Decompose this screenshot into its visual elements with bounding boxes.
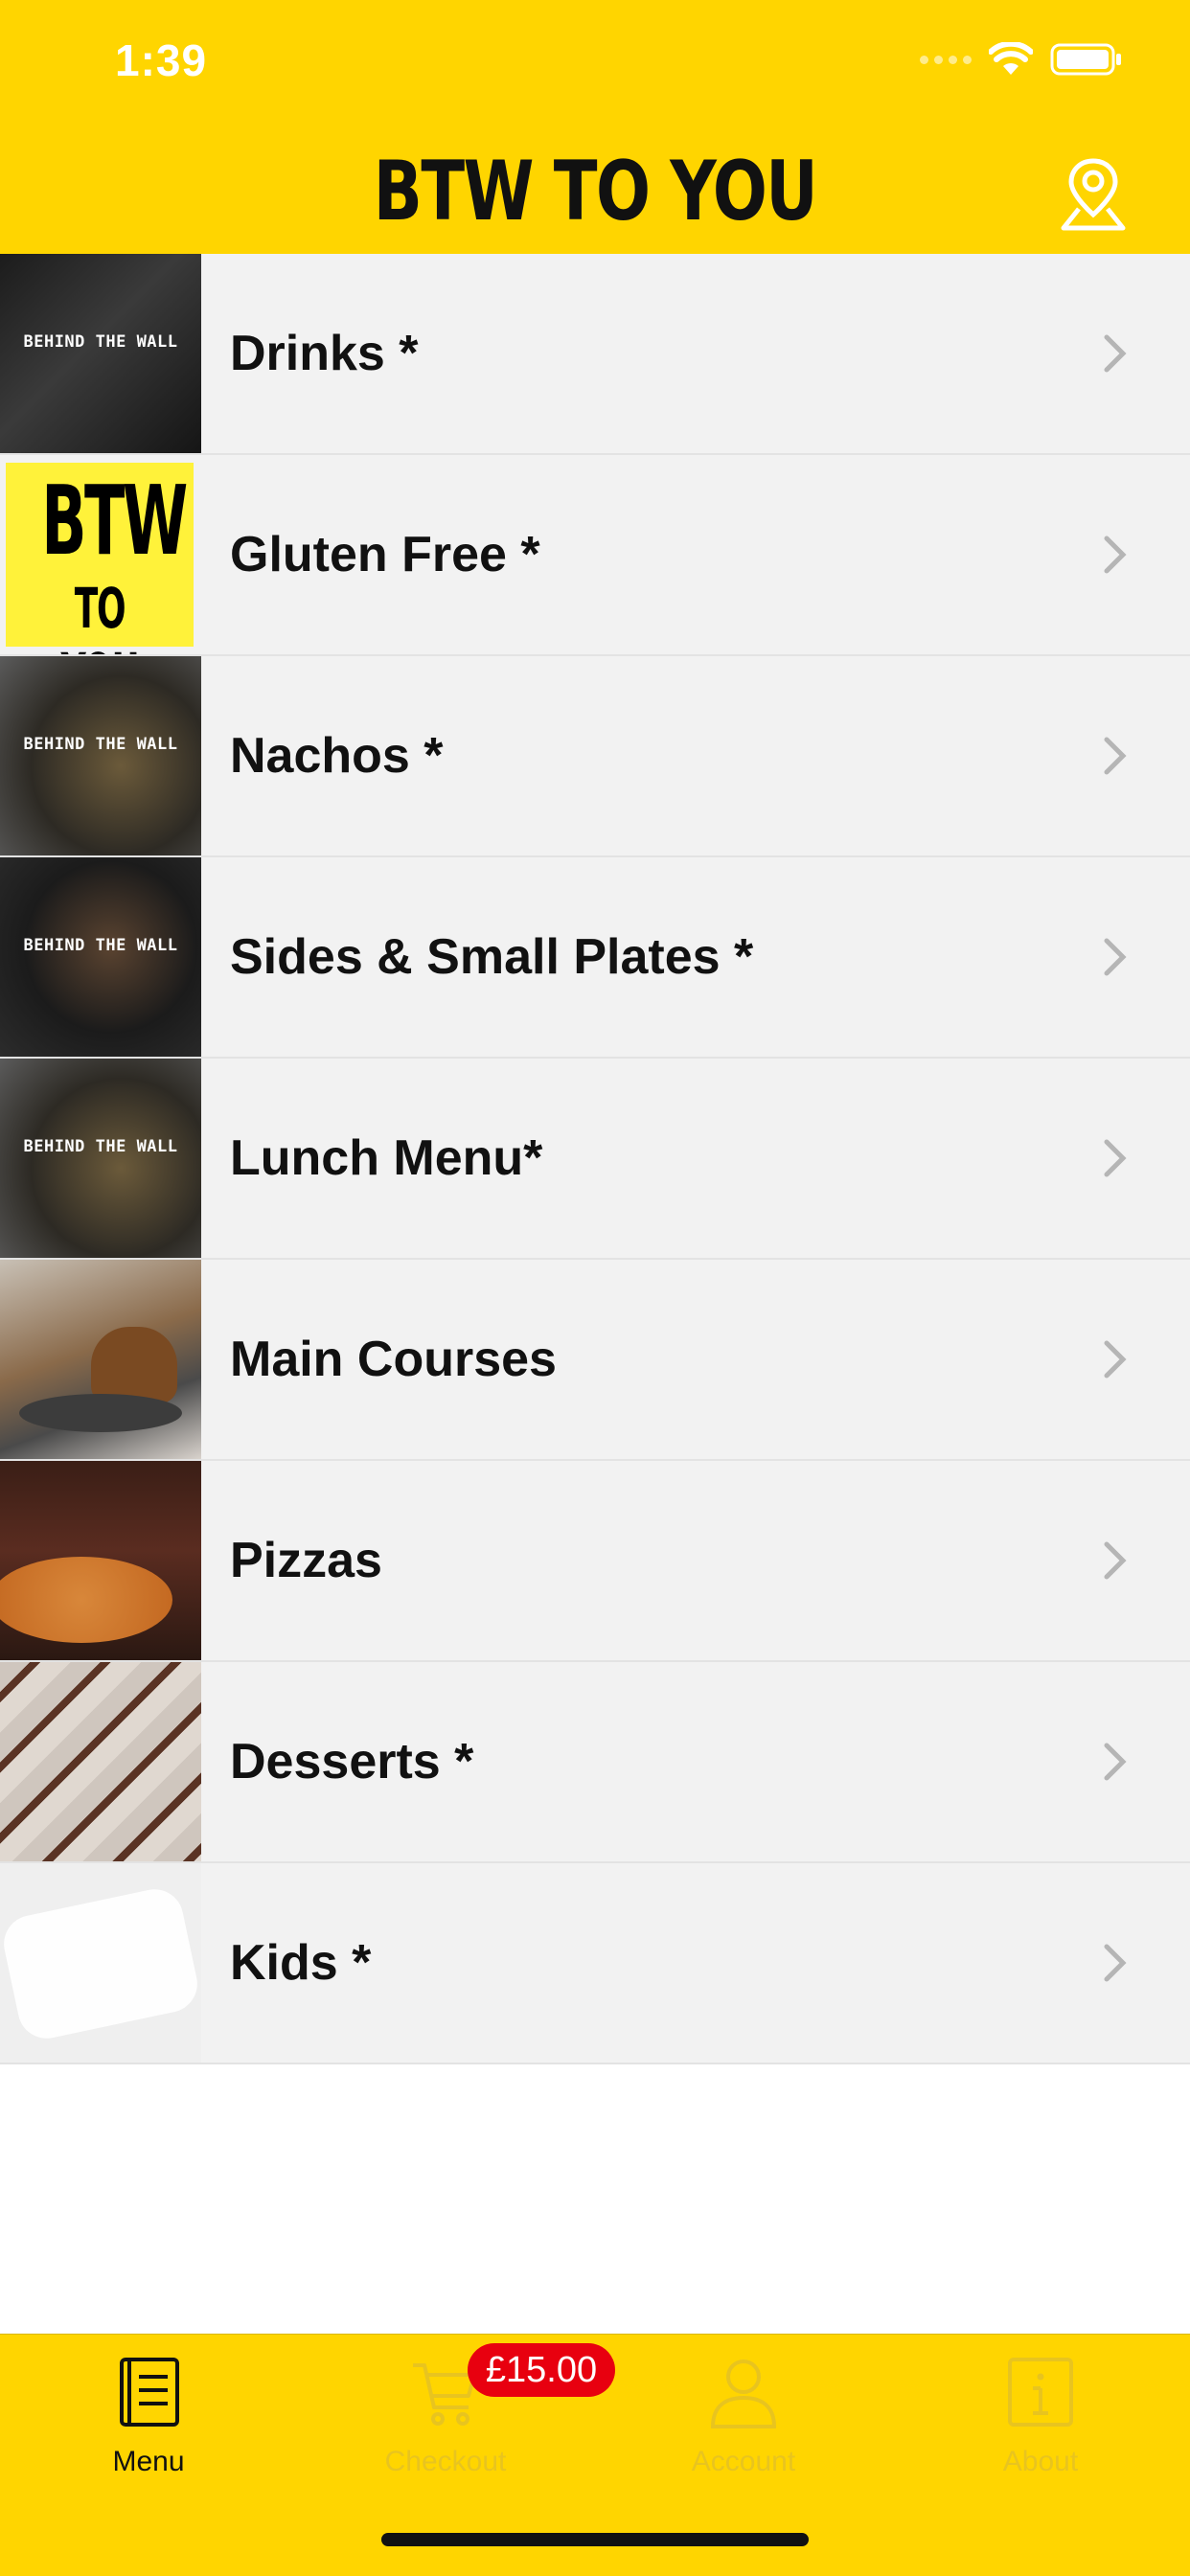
menu-item-main-courses[interactable]: Main Courses <box>0 1260 1190 1461</box>
pizza-shape <box>0 1557 172 1643</box>
menu-item-label: Nachos * <box>230 728 444 784</box>
app-title: BTW TO YOU <box>373 144 818 239</box>
menu-item-label: Desserts * <box>230 1734 474 1790</box>
category-thumbnail: BEHIND THE WALL <box>0 656 201 855</box>
tab-label: Menu <box>112 2446 185 2477</box>
chevron-right-icon <box>1104 737 1127 775</box>
category-thumbnail: BEHIND THE WALL <box>0 1059 201 1258</box>
signal-icon <box>920 55 972 64</box>
menu-item-label: Lunch Menu* <box>230 1130 543 1186</box>
tab-label: Checkout <box>384 2446 507 2477</box>
nav-bar: BTW TO YOU <box>0 134 1190 254</box>
category-thumbnail: BEHIND THE WALL <box>0 254 201 453</box>
menu-item-label: Sides & Small Plates * <box>230 929 754 985</box>
menu-item-sides-small-plates[interactable]: BEHIND THE WALL Sides & Small Plates * <box>0 857 1190 1059</box>
category-thumbnail <box>0 1863 201 2063</box>
chevron-right-icon <box>1104 1944 1127 1982</box>
menu-item-lunch-menu[interactable]: BEHIND THE WALL Lunch Menu* <box>0 1059 1190 1260</box>
menu-item-label: Drinks * <box>230 326 419 381</box>
menu-item-label: Gluten Free * <box>230 527 540 582</box>
plate-shape <box>19 1394 182 1432</box>
kids-logo-watermark <box>0 1883 201 2044</box>
menu-item-label: Pizzas <box>230 1533 382 1588</box>
map-pin-icon[interactable] <box>1058 155 1129 232</box>
status-icons <box>920 42 1123 77</box>
menu-item-pizzas[interactable]: Pizzas <box>0 1461 1190 1662</box>
category-thumbnail: BEHIND THE WALL <box>0 857 201 1057</box>
btw-logo: BTW TO YOU <box>6 463 194 654</box>
info-icon <box>1008 2358 1073 2427</box>
person-icon <box>710 2359 777 2428</box>
cart-total-badge[interactable]: £15.00 <box>468 2343 615 2397</box>
menu-item-label: Main Courses <box>230 1332 557 1387</box>
chevron-right-icon <box>1104 1139 1127 1177</box>
chevron-right-icon <box>1104 1743 1127 1781</box>
tab-account[interactable]: Account <box>648 2354 839 2478</box>
battery-icon <box>1050 42 1123 77</box>
wifi-icon <box>989 42 1033 77</box>
burger-shape <box>91 1327 177 1403</box>
tab-label: Account <box>691 2446 796 2477</box>
menu-item-gluten-free[interactable]: BTW TO YOU Gluten Free * <box>0 455 1190 656</box>
home-indicator[interactable] <box>381 2533 809 2546</box>
chevron-right-icon <box>1104 334 1127 373</box>
menu-category-list: BEHIND THE WALL Drinks * BTW TO YOU Glut… <box>0 254 1190 2064</box>
category-thumbnail <box>0 1662 201 1861</box>
status-bar: 1:39 <box>0 0 1190 134</box>
menu-item-label: Kids * <box>230 1935 372 1991</box>
chevron-right-icon <box>1104 938 1127 976</box>
tab-about[interactable]: About <box>945 2354 1136 2478</box>
menu-item-nachos[interactable]: BEHIND THE WALL Nachos * <box>0 656 1190 857</box>
menu-item-desserts[interactable]: Desserts * <box>0 1662 1190 1863</box>
chevron-right-icon <box>1104 1541 1127 1580</box>
menu-item-kids[interactable]: Kids * <box>0 1863 1190 2064</box>
tab-label: About <box>1002 2446 1079 2477</box>
menu-book-icon <box>120 2358 179 2427</box>
menu-item-drinks[interactable]: BEHIND THE WALL Drinks * <box>0 254 1190 455</box>
category-thumbnail <box>0 1461 201 1660</box>
chevron-right-icon <box>1104 536 1127 574</box>
category-thumbnail <box>0 1260 201 1459</box>
category-thumbnail: BTW TO YOU <box>0 455 201 654</box>
tab-menu[interactable]: Menu <box>53 2354 244 2478</box>
status-time: 1:39 <box>115 35 208 85</box>
chevron-right-icon <box>1104 1340 1127 1379</box>
